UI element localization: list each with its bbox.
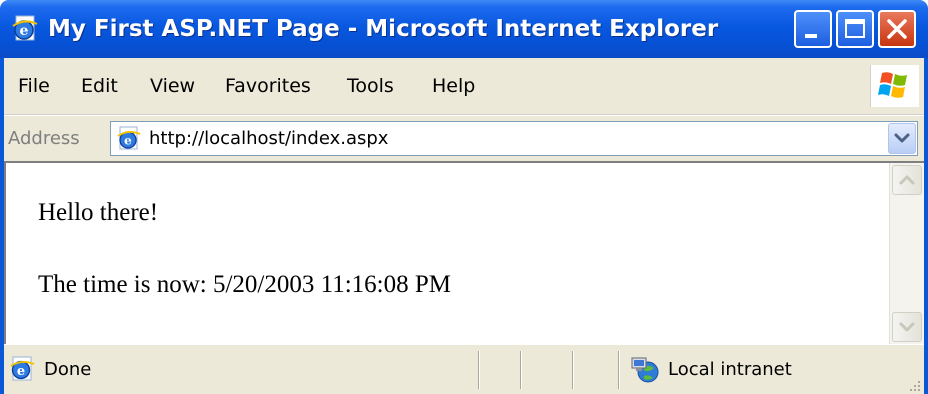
resize-grip-icon[interactable]: [906, 377, 922, 393]
status-separator: [478, 351, 480, 389]
menu-file[interactable]: File: [18, 58, 50, 114]
client-area: File Edit View Favorites Tools Help Addr…: [4, 58, 924, 394]
minimize-button[interactable]: [794, 10, 832, 48]
menu-tools[interactable]: Tools: [347, 58, 394, 114]
close-icon: [887, 19, 907, 39]
address-label: Address: [8, 128, 80, 149]
svg-text:e: e: [124, 134, 132, 148]
menu-edit[interactable]: Edit: [81, 58, 118, 114]
done-page-icon: e: [8, 355, 36, 383]
status-separator: [520, 351, 522, 389]
security-zone-text: Local intranet: [668, 359, 792, 380]
address-bar: Address e http://localhost/index.aspx: [4, 115, 924, 162]
menu-help[interactable]: Help: [432, 58, 475, 114]
greeting-text: Hello there!: [38, 199, 159, 226]
time-text: The time is now: 5/20/2003 11:16:08 PM: [38, 271, 451, 298]
local-intranet-icon: [630, 355, 660, 385]
windows-logo-icon: [878, 72, 907, 98]
dropdown-arrow-icon: [894, 133, 910, 143]
scroll-down-icon: [899, 322, 915, 332]
windows-logo: [870, 65, 919, 107]
scroll-up-icon: [899, 175, 915, 185]
scroll-down-button[interactable]: [892, 312, 922, 342]
maximize-button[interactable]: [836, 10, 874, 48]
ie-page-icon: e: [115, 125, 142, 152]
status-separator: [618, 351, 620, 389]
status-bar: e Done Local intranet: [4, 344, 924, 394]
close-button[interactable]: [878, 10, 916, 48]
address-field[interactable]: e http://localhost/index.aspx: [110, 121, 918, 156]
svg-text:e: e: [20, 23, 29, 39]
status-text: Done: [44, 359, 92, 380]
page-content: Hello there! The time is now: 5/20/2003 …: [4, 161, 924, 344]
minimize-icon: [805, 34, 817, 38]
browser-window: e My First ASP.NET Page - Microsoft Inte…: [0, 0, 928, 394]
maximize-icon: [845, 19, 865, 38]
svg-text:e: e: [17, 364, 25, 379]
menu-bar: File Edit View Favorites Tools Help: [4, 58, 924, 115]
ie-page-icon[interactable]: e: [10, 14, 40, 44]
menu-view[interactable]: View: [150, 58, 195, 114]
title-bar[interactable]: e My First ASP.NET Page - Microsoft Inte…: [0, 0, 928, 58]
status-separator: [572, 351, 574, 389]
scroll-up-button[interactable]: [892, 165, 922, 195]
vertical-scrollbar[interactable]: [889, 163, 924, 344]
window-title: My First ASP.NET Page - Microsoft Intern…: [48, 16, 719, 42]
address-dropdown-button[interactable]: [888, 123, 916, 154]
menu-favorites[interactable]: Favorites: [225, 58, 311, 114]
address-url[interactable]: http://localhost/index.aspx: [149, 122, 388, 155]
